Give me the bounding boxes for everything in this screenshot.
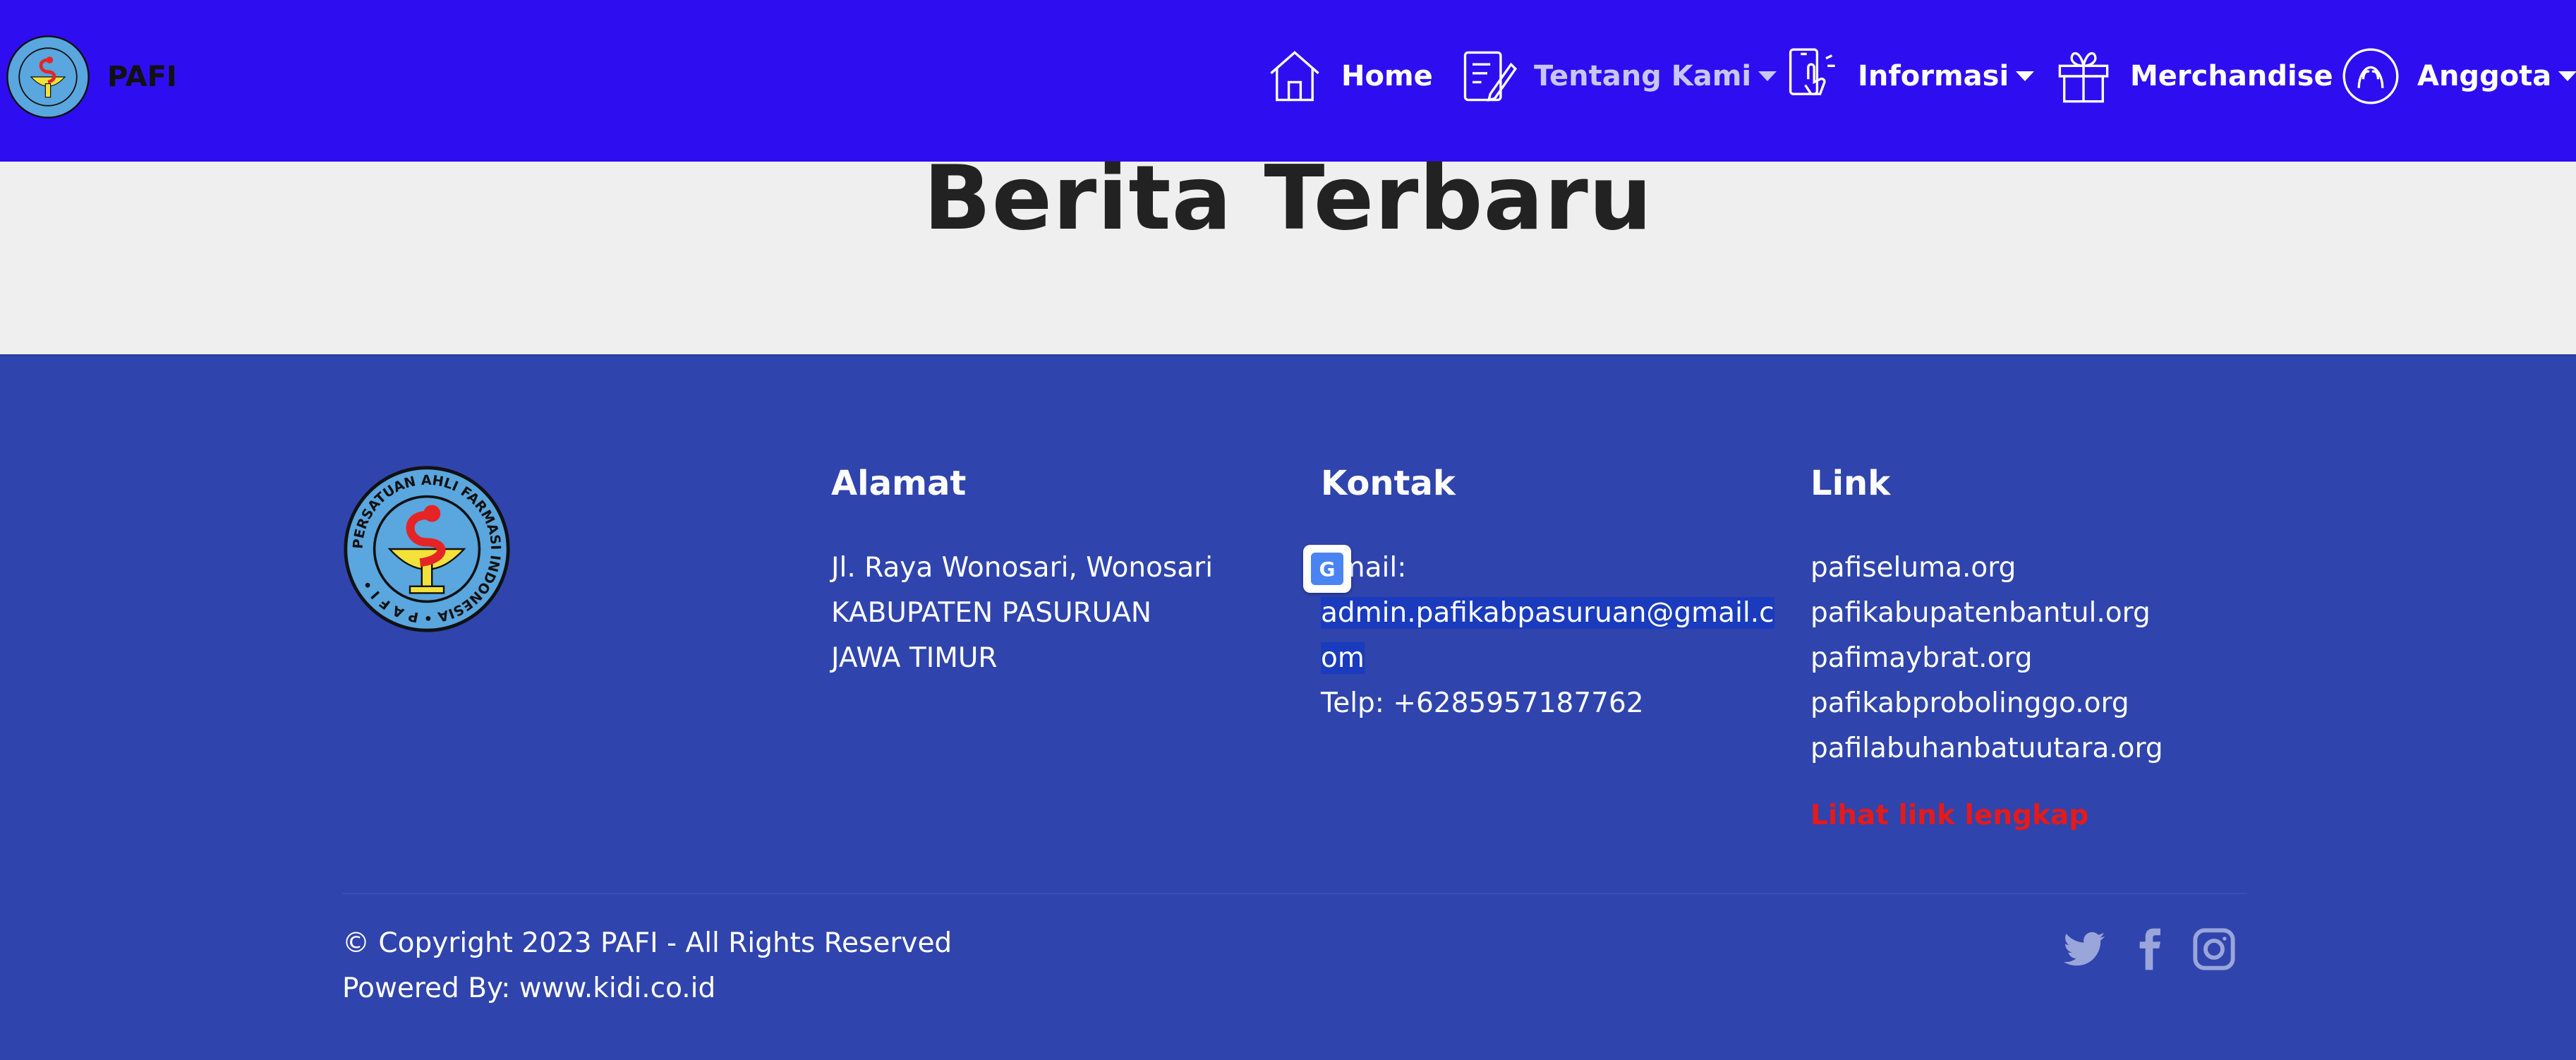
footer-link-item[interactable]: pafiseluma.org <box>1810 546 2163 591</box>
chevron-down-icon <box>2016 71 2035 81</box>
brand[interactable]: PAFI <box>6 31 177 123</box>
footer-links: Link pafiseluma.org pafikabupatenbantul.… <box>1810 464 2163 831</box>
nav-anggota[interactable]: Anggota <box>2341 41 2576 112</box>
nav-anggota-label: Anggota <box>2417 60 2552 92</box>
nav-merchandise[interactable]: Merchandise <box>2054 41 2333 112</box>
members-icon <box>2342 48 2399 104</box>
nav-home[interactable]: Home <box>1265 41 1433 112</box>
footer-link-item[interactable]: pafikabprobolinggo.org <box>1810 681 2163 726</box>
instagram-icon[interactable] <box>2191 927 2237 972</box>
gift-icon <box>2058 52 2109 103</box>
email-label: Email: <box>1321 552 1407 584</box>
address-line: Jl. Raya Wonosari, Wonosari <box>831 552 1214 584</box>
document-edit-icon <box>1463 51 1517 102</box>
nav-merchandise-label: Merchandise <box>2130 60 2333 92</box>
kontak-heading: Kontak <box>1321 464 1456 503</box>
footer-kontak: Kontak Email: admin.pafikabpasuruan@gmai… <box>1303 464 1774 726</box>
pafi-logo <box>6 35 90 119</box>
powered-by-text[interactable]: Powered By: www.kidi.co.id <box>342 966 952 1011</box>
chevron-down-icon <box>2558 71 2576 81</box>
footer-divider <box>342 893 2247 894</box>
footer-link-item[interactable]: pafikabupatenbantul.org <box>1810 591 2163 636</box>
page-title: Berita Terbaru <box>923 146 1653 250</box>
footer-link-item[interactable]: pafimaybrat.org <box>1810 636 2163 681</box>
nav-tentang-kami-label: Tentang Kami <box>1534 60 1752 92</box>
twitter-icon[interactable] <box>2062 927 2107 972</box>
footer-alamat: Alamat Jl. Raya Wonosari, Wonosari KABUP… <box>831 464 1213 681</box>
footer-link-item[interactable]: pafilabuhanbatuutara.org <box>1810 726 2163 771</box>
brand-name: PAFI <box>107 61 177 93</box>
facebook-icon[interactable] <box>2127 927 2172 972</box>
home-icon <box>1270 51 1319 102</box>
email-link-continued[interactable]: om <box>1321 642 1365 674</box>
nav-informasi-label: Informasi <box>1858 60 2009 92</box>
phone-number: Telp: +6285957187762 <box>1321 687 1644 719</box>
chevron-down-icon <box>1758 71 1777 81</box>
translate-icon: G <box>1311 553 1343 585</box>
nav-home-label: Home <box>1341 60 1433 92</box>
phone-touch-icon <box>1789 48 1835 95</box>
email-link[interactable]: admin.pafikabpasuruan@gmail.c <box>1321 597 1774 629</box>
nav-tentang-kami[interactable]: Tentang Kami <box>1458 41 1777 112</box>
copyright-text: © Copyright 2023 PAFI - All Rights Reser… <box>342 927 953 959</box>
hero-section: Berita Terbaru <box>0 146 2576 356</box>
copyright-block: © Copyright 2023 PAFI - All Rights Reser… <box>342 921 952 1011</box>
top-navbar: PAFI Home Tentang Kami Informasi Merchan… <box>0 0 2576 162</box>
nav-informasi[interactable]: Informasi <box>1782 41 2035 112</box>
alamat-heading: Alamat <box>831 464 967 503</box>
link-heading: Link <box>1810 464 1891 503</box>
google-translate-button[interactable]: G <box>1303 545 1351 593</box>
address-line: KABUPATEN PASURUAN <box>831 597 1152 629</box>
see-all-links[interactable]: Lihat link lengkap <box>1810 800 2163 831</box>
address-line: JAWA TIMUR <box>831 642 998 674</box>
site-footer: PERSATUAN AHLI FARMASI INDONESIA • P A F… <box>0 356 2576 1060</box>
pafi-logo: PERSATUAN AHLI FARMASI INDONESIA • P A F… <box>344 466 510 632</box>
